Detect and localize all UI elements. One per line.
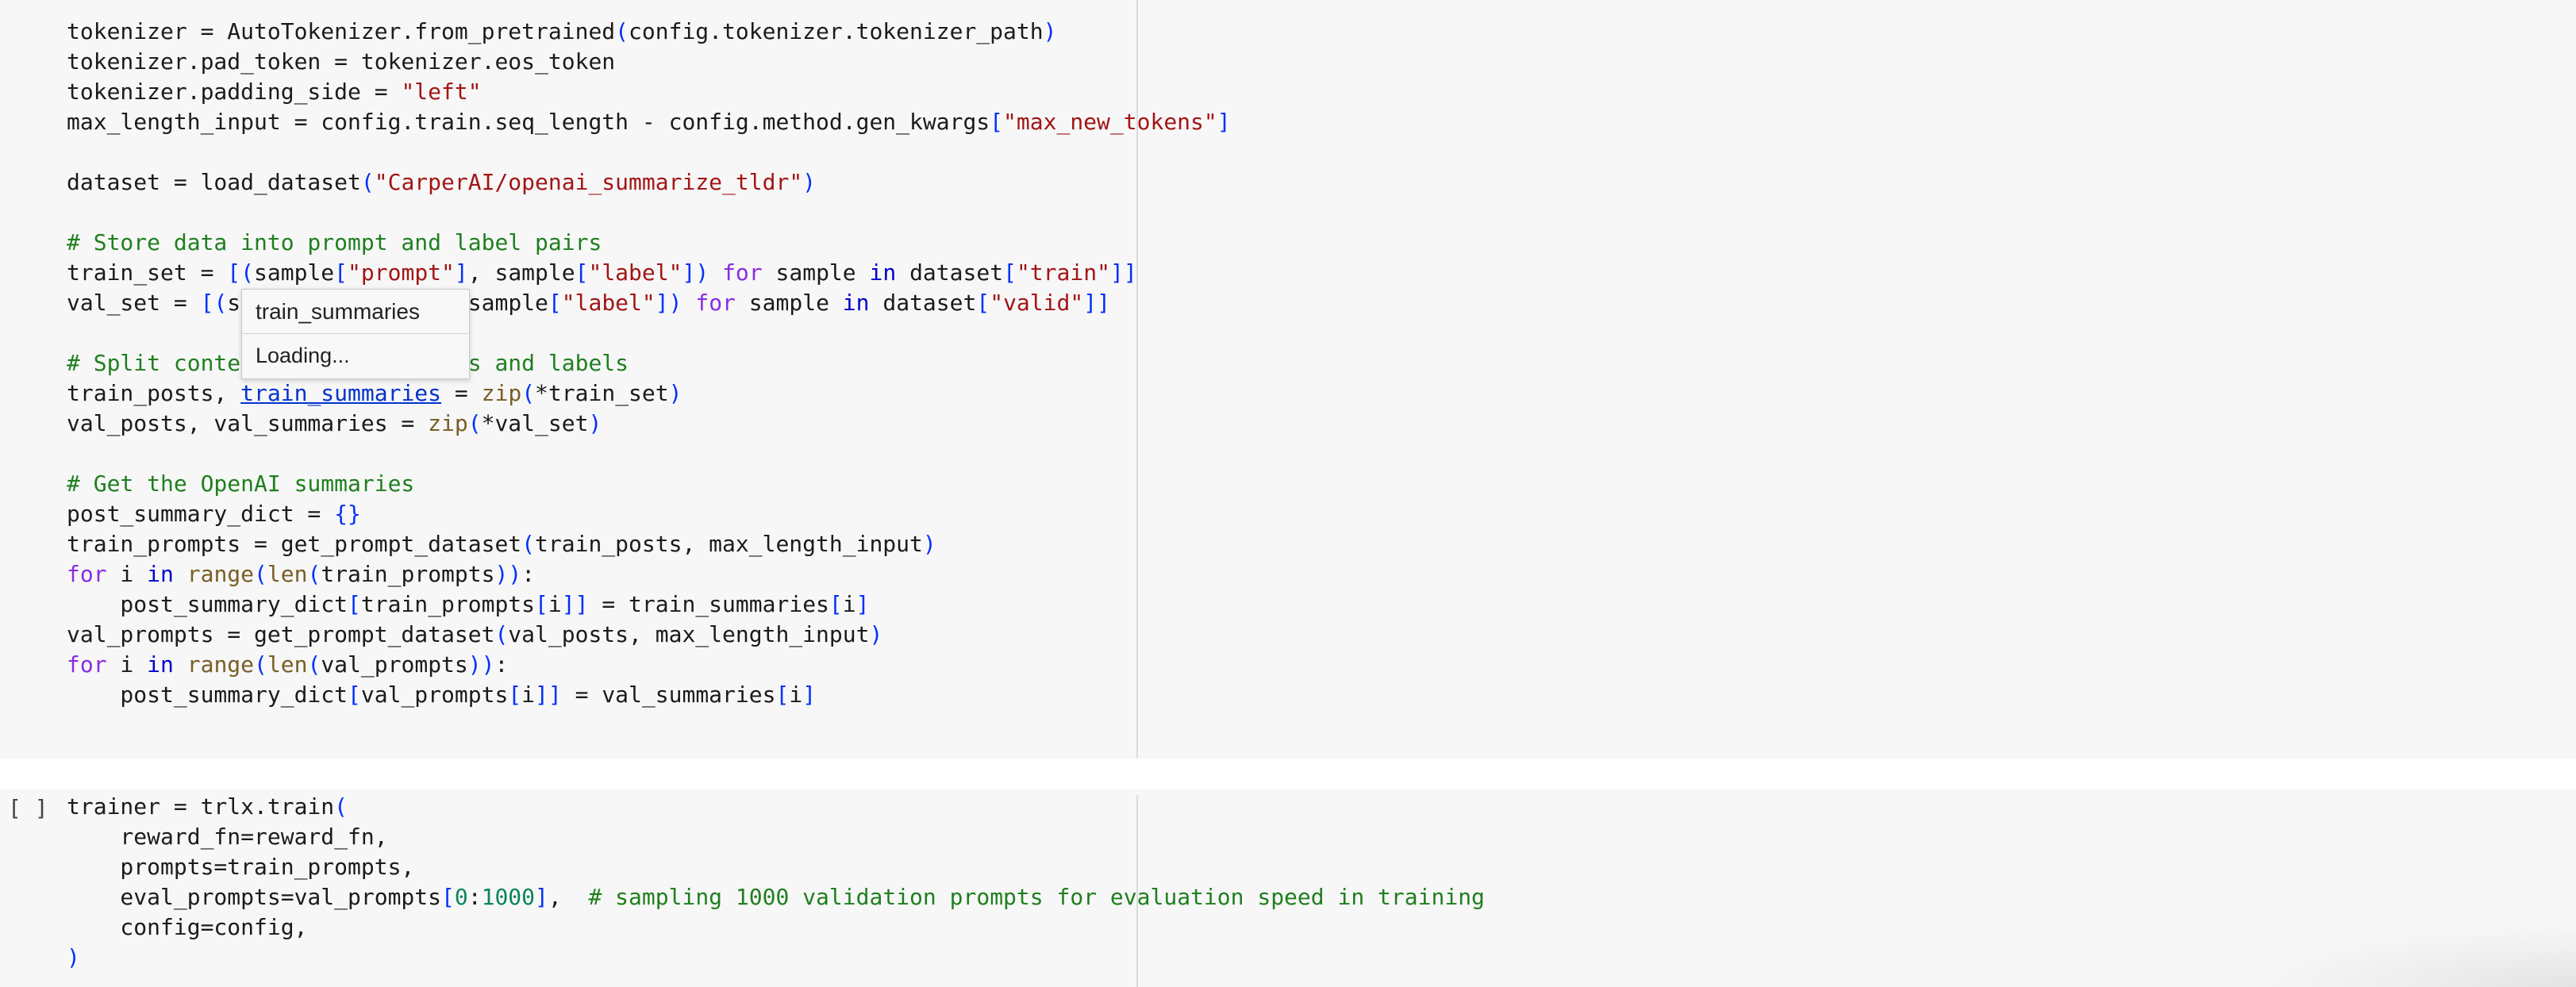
cell-separator <box>0 758 2576 789</box>
tooltip-status: Loading... <box>256 344 350 367</box>
cell-run-prompt[interactable]: [ ] <box>8 793 48 824</box>
code-line[interactable] <box>67 137 1231 167</box>
tooltip-title: train_summaries <box>242 290 469 334</box>
code-line[interactable]: max_length_input = config.train.seq_leng… <box>67 107 1231 137</box>
corner-shadow <box>2243 924 2576 987</box>
code-line[interactable]: train_posts, train_summaries = zip(*trai… <box>67 378 1231 409</box>
hover-tooltip: train_summaries Loading... <box>241 289 470 379</box>
code-line[interactable]: eval_prompts=val_prompts[0:1000], # samp… <box>67 882 1485 912</box>
code-line[interactable]: reward_fn=reward_fn, <box>67 822 1485 852</box>
code-line[interactable]: dataset = load_dataset("CarperAI/openai_… <box>67 167 1231 198</box>
code-line[interactable]: post_summary_dict[train_prompts[i]] = tr… <box>67 590 1231 620</box>
code-line[interactable]: trainer = trlx.train( <box>67 792 1485 822</box>
code-line[interactable]: post_summary_dict = {} <box>67 499 1231 529</box>
hover-link-train-summaries[interactable]: train_summaries <box>240 380 441 406</box>
code-line[interactable]: val_posts, val_summaries = zip(*val_set) <box>67 409 1231 439</box>
code-line[interactable]: tokenizer = AutoTokenizer.from_pretraine… <box>67 17 1231 47</box>
code-line[interactable] <box>67 439 1231 469</box>
code-cell-2[interactable]: trainer = trlx.train( reward_fn=reward_f… <box>0 789 2576 987</box>
code-line[interactable] <box>67 198 1231 228</box>
code-line[interactable]: train_set = [(sample["prompt"], sample["… <box>67 258 1231 288</box>
code-line[interactable]: prompts=train_prompts, <box>67 852 1485 882</box>
code-line[interactable]: tokenizer.padding_side = "left" <box>67 77 1231 107</box>
code-line[interactable]: train_prompts = get_prompt_dataset(train… <box>67 529 1231 559</box>
code-line[interactable]: tokenizer.pad_token = tokenizer.eos_toke… <box>67 47 1231 77</box>
code-line[interactable]: # Get the OpenAI summaries <box>67 469 1231 499</box>
code-line[interactable]: post_summary_dict[val_prompts[i]] = val_… <box>67 680 1231 710</box>
code-line[interactable]: # Store data into prompt and label pairs <box>67 228 1231 258</box>
code-line[interactable]: config=config, <box>67 912 1485 943</box>
code-line[interactable]: for i in range(len(train_prompts)): <box>67 559 1231 590</box>
code-line[interactable]: ) <box>67 943 1485 973</box>
code-line[interactable]: for i in range(len(val_prompts)): <box>67 650 1231 680</box>
code-editor-2[interactable]: trainer = trlx.train( reward_fn=reward_f… <box>67 792 1485 973</box>
code-line[interactable]: val_prompts = get_prompt_dataset(val_pos… <box>67 620 1231 650</box>
code-cell-1[interactable]: tokenizer = AutoTokenizer.from_pretraine… <box>0 0 2576 758</box>
